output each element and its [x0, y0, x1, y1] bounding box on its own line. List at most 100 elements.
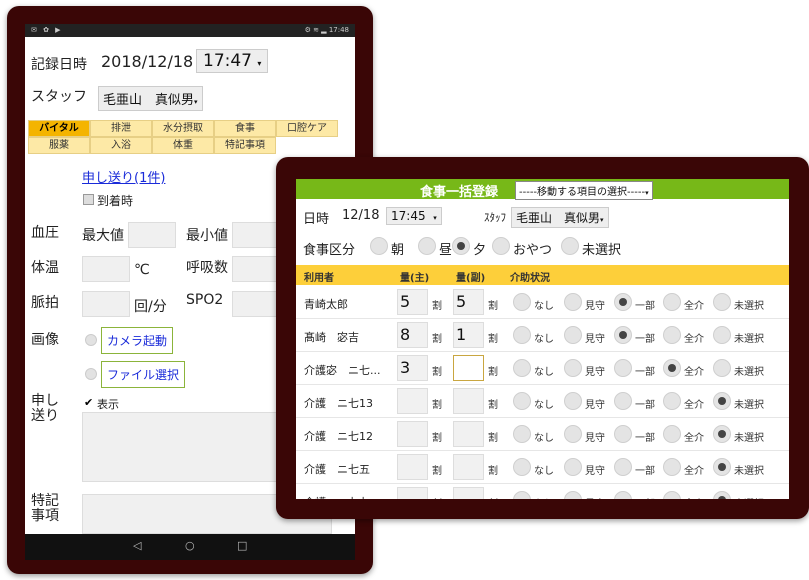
arrival-checkbox[interactable]	[83, 194, 94, 205]
assist-radio[interactable]	[663, 392, 681, 410]
meal-type-radio[interactable]	[418, 237, 436, 255]
meal-type-radio[interactable]	[452, 237, 470, 255]
meal-type-option-label: 昼	[439, 243, 453, 258]
assist-radio[interactable]	[513, 392, 531, 410]
assist-radio[interactable]	[614, 392, 632, 410]
record-time-select[interactable]: 17:47 ▾	[196, 49, 269, 73]
tab-item[interactable]: 排泄	[90, 120, 152, 137]
bp-max-input[interactable]	[128, 222, 176, 248]
resident-name: 介護宓 ニ七...	[304, 364, 381, 377]
assist-radio[interactable]	[614, 293, 632, 311]
assist-option-label: 全介	[684, 433, 704, 444]
assist-radio[interactable]	[663, 359, 681, 377]
assist-radio[interactable]	[513, 425, 531, 443]
side-amount-input[interactable]: 5	[453, 289, 484, 315]
recent-apps-icon[interactable]: □	[237, 539, 247, 552]
meal-type-radio[interactable]	[492, 237, 510, 255]
back-icon[interactable]: ◁	[133, 539, 141, 552]
assist-radio[interactable]	[564, 326, 582, 344]
main-amount-input[interactable]	[397, 454, 428, 480]
file-select-button[interactable]: ファイル選択	[101, 361, 186, 388]
side-amount-input[interactable]	[453, 421, 484, 447]
assist-radio[interactable]	[513, 293, 531, 311]
assist-radio[interactable]	[713, 359, 731, 377]
staff-select[interactable]: 毛亜山 真似男▾	[98, 86, 203, 111]
assist-radio[interactable]	[663, 425, 681, 443]
main-amount-input[interactable]: 3	[397, 355, 428, 381]
assist-option-label: なし	[534, 400, 554, 411]
main-amount-input[interactable]	[397, 487, 428, 499]
assist-radio[interactable]	[614, 425, 632, 443]
side-amount-input[interactable]	[453, 388, 484, 414]
assist-radio[interactable]	[663, 293, 681, 311]
tab-item[interactable]: 水分摂取	[152, 120, 214, 137]
move-item-select[interactable]: -----移動する項目の選択-----▾	[515, 181, 653, 200]
temp-input[interactable]	[82, 256, 130, 282]
meal-type-radio[interactable]	[370, 237, 388, 255]
bp-min-input[interactable]	[232, 222, 280, 248]
assist-option-label: 全介	[684, 466, 704, 477]
side-amount-input[interactable]	[453, 355, 484, 381]
meal-time-select[interactable]: 17:45 ▾	[386, 207, 442, 225]
staff-label: ｽﾀｯﾌ	[484, 211, 506, 224]
assist-radio[interactable]	[663, 491, 681, 499]
tab-item[interactable]: 食事	[214, 120, 276, 137]
staff-select[interactable]: 毛亜山 真似男▾	[511, 207, 609, 228]
tab-item[interactable]: 口腔ケア	[276, 120, 338, 137]
main-unit: 割	[432, 301, 442, 312]
temp-unit: ℃	[134, 262, 150, 278]
file-radio[interactable]	[85, 368, 97, 380]
assist-radio[interactable]	[513, 326, 531, 344]
assist-radio[interactable]	[614, 458, 632, 476]
side-amount-input[interactable]	[453, 454, 484, 480]
main-amount-input[interactable]	[397, 388, 428, 414]
status-right: ⚙ ≋ ▂ 17:48	[305, 26, 349, 34]
assist-radio[interactable]	[564, 458, 582, 476]
side-amount-input[interactable]: 1	[453, 322, 484, 348]
assist-radio[interactable]	[663, 326, 681, 344]
side-unit: 割	[488, 367, 498, 378]
tab-item[interactable]: 入浴	[90, 137, 152, 154]
bp-max-label: 最大値	[82, 228, 124, 244]
assist-radio[interactable]	[713, 392, 731, 410]
assist-option-label: 見守	[585, 334, 605, 345]
spo2-input[interactable]	[232, 291, 280, 317]
assist-radio[interactable]	[614, 326, 632, 344]
assist-radio[interactable]	[713, 326, 731, 344]
assist-radio[interactable]	[513, 359, 531, 377]
assist-radio[interactable]	[564, 425, 582, 443]
assist-radio[interactable]	[564, 293, 582, 311]
resp-input[interactable]	[232, 256, 280, 282]
assist-radio[interactable]	[513, 491, 531, 499]
main-amount-input[interactable]: 8	[397, 322, 428, 348]
home-icon[interactable]: ○	[185, 539, 195, 552]
tab-item[interactable]: 服薬	[28, 137, 90, 154]
assist-radio[interactable]	[614, 359, 632, 377]
assist-radio[interactable]	[564, 359, 582, 377]
assist-radio[interactable]	[663, 458, 681, 476]
tab-item[interactable]: バイタル	[28, 120, 90, 137]
assist-option-label: 一部	[635, 433, 655, 444]
assist-radio[interactable]	[713, 458, 731, 476]
assist-radio[interactable]	[614, 491, 632, 499]
assist-option-label: 見守	[585, 433, 605, 444]
tab-item[interactable]: 特記事項	[214, 137, 276, 154]
handover-link[interactable]: 申し送り(1件)	[82, 167, 165, 186]
record-time-value: 17:47	[203, 51, 252, 71]
main-amount-input[interactable]: 5	[397, 289, 428, 315]
resident-name: 髙崎 宓吉	[304, 331, 359, 344]
tab-item[interactable]: 体重	[152, 137, 214, 154]
assist-radio[interactable]	[564, 392, 582, 410]
assist-radio[interactable]	[713, 293, 731, 311]
pulse-input[interactable]	[82, 291, 130, 317]
camera-button[interactable]: カメラ起動	[101, 327, 174, 354]
camera-radio[interactable]	[85, 334, 97, 346]
show-checkbox-checked-icon[interactable]: ✔	[84, 396, 93, 409]
assist-radio[interactable]	[713, 491, 731, 499]
assist-radio[interactable]	[513, 458, 531, 476]
assist-radio[interactable]	[713, 425, 731, 443]
meal-type-radio[interactable]	[561, 237, 579, 255]
assist-radio[interactable]	[564, 491, 582, 499]
side-amount-input[interactable]	[453, 487, 484, 499]
main-amount-input[interactable]	[397, 421, 428, 447]
